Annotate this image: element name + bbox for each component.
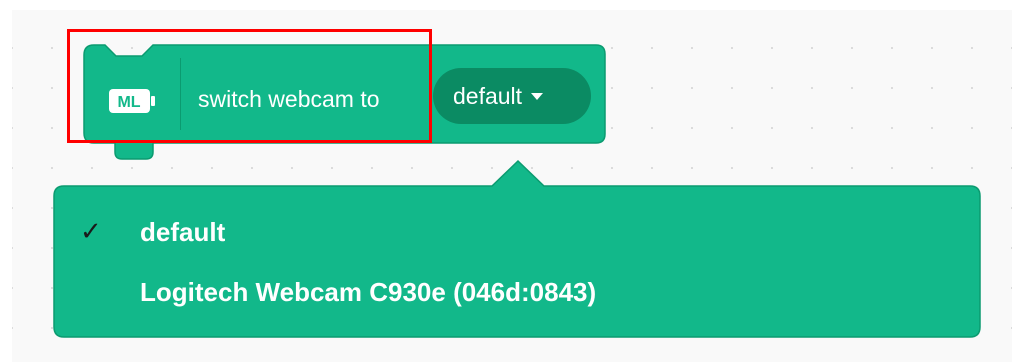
menu-item-label: Logitech Webcam C930e (046d:0843) — [140, 276, 597, 307]
menu-item-default[interactable]: ✓ default — [54, 210, 980, 254]
menu-item-label: default — [140, 216, 226, 247]
menu-item-logitech-webcam[interactable]: Logitech Webcam C930e (046d:0843) — [54, 270, 980, 314]
checkmark-icon: ✓ — [80, 217, 102, 247]
webcam-dropdown-menu: ✓ default Logitech Webcam C930e (046d:08… — [54, 186, 980, 337]
